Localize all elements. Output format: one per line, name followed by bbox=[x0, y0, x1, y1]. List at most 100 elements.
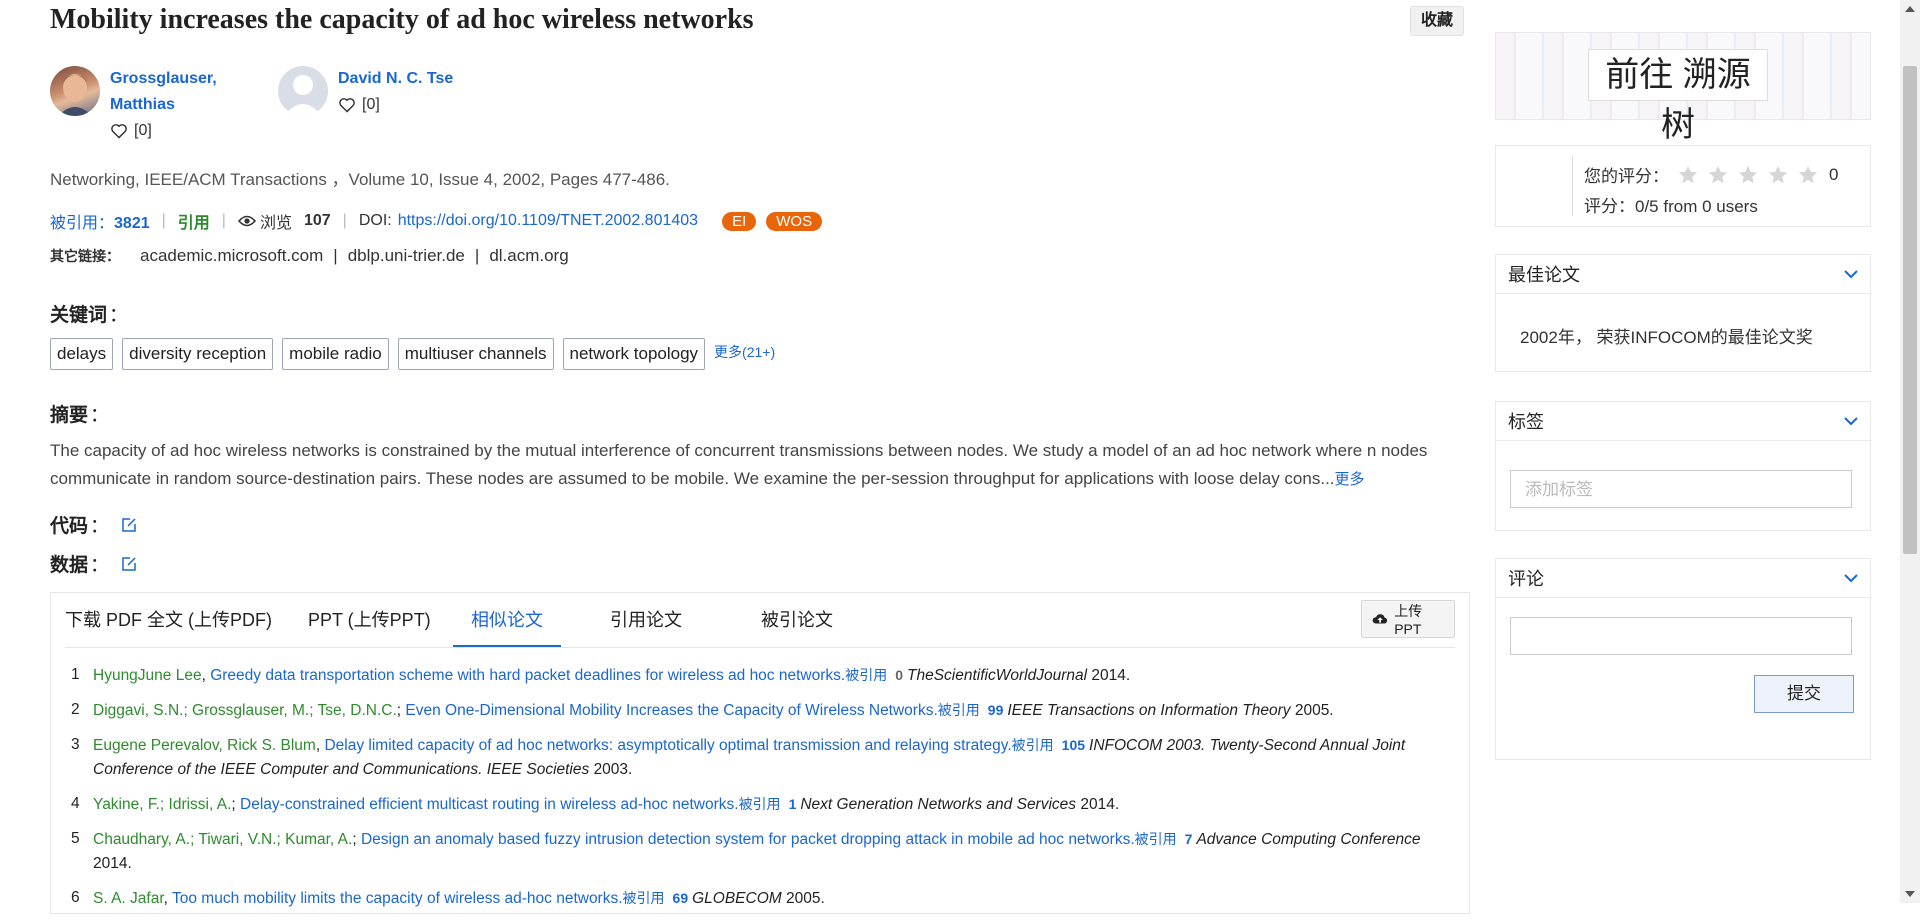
cited-by-label[interactable]: 被引用 bbox=[938, 702, 980, 718]
favorite-button[interactable]: 收藏 bbox=[1410, 6, 1465, 36]
divider: | bbox=[221, 212, 226, 229]
abstract-body: The capacity of ad hoc wireless networks… bbox=[50, 441, 1428, 488]
author-avatar-placeholder[interactable] bbox=[278, 66, 328, 116]
add-tag-input[interactable]: 添加标签 bbox=[1510, 470, 1852, 508]
keyword-tag[interactable]: multiuser channels bbox=[397, 338, 554, 370]
cited-by-count: 7 bbox=[1184, 831, 1193, 847]
paper-authors[interactable]: HyungJune Lee bbox=[93, 667, 202, 684]
cited-label: 被引用： bbox=[50, 215, 115, 232]
cited-by-label[interactable]: 被引用 bbox=[1012, 737, 1054, 753]
list-item: 3 Eugene Perevalov, Rick S. Blum, Delay … bbox=[71, 733, 1461, 782]
tab-cited-papers[interactable]: 被引论文 bbox=[761, 593, 833, 647]
cited-by-label[interactable]: 被引用 bbox=[623, 890, 665, 906]
paper-title-link[interactable]: Too much mobility limits the capacity of… bbox=[172, 890, 623, 907]
data-heading: 数据： bbox=[50, 550, 137, 577]
external-link[interactable]: dblp.uni-trier.de bbox=[348, 246, 465, 266]
cited-by-label[interactable]: 被引用 bbox=[1135, 831, 1177, 847]
paper-year: 2014. bbox=[93, 855, 132, 872]
paper-authors[interactable]: S. A. Jafar bbox=[93, 890, 164, 907]
edit-icon[interactable] bbox=[121, 517, 137, 533]
best-paper-header[interactable]: 最佳论文 bbox=[1496, 255, 1870, 294]
list-item: 2 Diggavi, S.N.; Grossglauser, M.; Tse, … bbox=[71, 698, 1461, 723]
comments-header[interactable]: 评论 bbox=[1496, 559, 1870, 598]
code-label: 代码 bbox=[50, 516, 89, 537]
author-like[interactable]: [0] bbox=[110, 118, 217, 144]
item-number: 1 bbox=[71, 666, 80, 683]
star-icon[interactable] bbox=[1677, 164, 1699, 186]
cited-by-link[interactable]: 被引用：3821 bbox=[50, 209, 150, 233]
external-link[interactable]: dl.acm.org bbox=[489, 246, 568, 266]
author-avatar[interactable] bbox=[50, 66, 100, 116]
comment-input[interactable] bbox=[1510, 617, 1852, 655]
cited-by-count: 0 bbox=[895, 667, 903, 683]
star-icon[interactable] bbox=[1707, 164, 1729, 186]
index-badge-wos: WOS bbox=[766, 211, 823, 231]
author-name-link[interactable]: Grossglauser, Matthias bbox=[110, 66, 217, 118]
scroll-down-icon[interactable] bbox=[1905, 891, 1915, 897]
scroll-up-icon[interactable] bbox=[1905, 6, 1915, 12]
author-card: Grossglauser, Matthias [0] bbox=[50, 66, 217, 144]
paper-title-link[interactable]: Delay limited capacity of ad hoc network… bbox=[324, 737, 1011, 754]
paper-title-link[interactable]: Design an anomaly based fuzzy intrusion … bbox=[361, 831, 1135, 848]
submit-comment-button[interactable]: 提交 bbox=[1754, 675, 1854, 713]
your-rating-label: 您的评分： bbox=[1584, 167, 1669, 186]
tags-card: 标签 添加标签 bbox=[1495, 401, 1871, 531]
paper-authors[interactable]: Yakine, F.; Idrissi, A. bbox=[93, 796, 231, 813]
keyword-tag[interactable]: delays bbox=[50, 338, 114, 370]
label-colon: ： bbox=[90, 555, 110, 576]
external-link[interactable]: academic.microsoft.com bbox=[140, 246, 323, 266]
keywords-more-link[interactable]: 更多(21+) bbox=[714, 342, 775, 362]
paper-year: 2005. bbox=[786, 890, 825, 907]
author-name-link[interactable]: David N. C. Tse bbox=[338, 66, 453, 92]
paper-venue: Advance Computing Conference bbox=[1196, 831, 1421, 848]
paper-title-link[interactable]: Even One-Dimensional Mobility Increases … bbox=[405, 702, 937, 719]
cited-by-label[interactable]: 被引用 bbox=[845, 667, 887, 683]
divider: | bbox=[161, 212, 166, 229]
author-like[interactable]: [0] bbox=[338, 92, 453, 118]
paper-venue: TheScientificWorldJournal bbox=[907, 667, 1088, 684]
tab-ppt[interactable]: PPT (上传PPT) bbox=[308, 593, 431, 647]
cited-by-label[interactable]: 被引用 bbox=[739, 796, 781, 812]
scroll-thumb[interactable] bbox=[1903, 66, 1917, 554]
paper-authors[interactable]: Eugene Perevalov, Rick S. Blum bbox=[93, 737, 316, 754]
paper-venue: GLOBECOM bbox=[692, 890, 782, 907]
paper-venue: Next Generation Networks and Services bbox=[800, 796, 1077, 813]
page-scrollbar[interactable] bbox=[1900, 0, 1920, 903]
trace-tree-button[interactable]: 前往 溯源树 bbox=[1588, 49, 1768, 144]
paper-title-link[interactable]: Delay-constrained efficient multicast ro… bbox=[240, 796, 739, 813]
tab-download-pdf[interactable]: 下载 PDF 全文 (上传PDF) bbox=[65, 593, 272, 647]
cited-by-count: 99 bbox=[987, 702, 1004, 718]
divider: | bbox=[342, 212, 347, 229]
keyword-tag[interactable]: mobile radio bbox=[282, 338, 389, 370]
resources-panel: 下载 PDF 全文 (上传PDF) PPT (上传PPT) 相似论文 引用论文 … bbox=[50, 592, 1470, 914]
author-card: David N. C. Tse [0] bbox=[278, 66, 453, 118]
best-paper-title: 最佳论文 bbox=[1508, 265, 1580, 285]
tab-citing-papers[interactable]: 引用论文 bbox=[610, 593, 682, 647]
doi-link[interactable]: https://doi.org/10.1109/TNET.2002.801403 bbox=[398, 212, 698, 230]
data-label: 数据 bbox=[50, 555, 89, 576]
list-item: 6 S. A. Jafar, Too much mobility limits … bbox=[71, 886, 1461, 911]
keyword-tag[interactable]: diversity reception bbox=[122, 338, 274, 370]
label-colon: ： bbox=[90, 516, 110, 537]
abstract-more-link[interactable]: 更多 bbox=[1335, 471, 1365, 488]
tags-title: 标签 bbox=[1508, 412, 1544, 432]
paper-title-link[interactable]: Greedy data transportation scheme with h… bbox=[210, 667, 845, 684]
paper-main: Mobility increases the capacity of ad ho… bbox=[50, 0, 1470, 914]
paper-year: 2014. bbox=[1080, 796, 1120, 813]
upload-ppt-button[interactable]: 上传PPT bbox=[1361, 600, 1455, 638]
paper-authors[interactable]: Diggavi, S.N.; Grossglauser, M.; Tse, D.… bbox=[93, 702, 397, 719]
other-links-label: 其它链接： bbox=[50, 248, 120, 264]
keyword-tag[interactable]: network topology bbox=[562, 338, 706, 370]
like-count: [0] bbox=[134, 122, 152, 139]
star-icon[interactable] bbox=[1797, 164, 1819, 186]
edit-icon[interactable] bbox=[121, 556, 137, 572]
star-icon[interactable] bbox=[1737, 164, 1759, 186]
paper-authors[interactable]: Chaudhary, A.; Tiwari, V.N.; Kumar, A. bbox=[93, 831, 352, 848]
tags-header[interactable]: 标签 bbox=[1496, 402, 1870, 441]
star-icon[interactable] bbox=[1767, 164, 1789, 186]
trace-tree-card: 前往 溯源树 bbox=[1495, 32, 1871, 144]
tab-similar-papers[interactable]: 相似论文 bbox=[453, 593, 561, 647]
paper-title: Mobility increases the capacity of ad ho… bbox=[50, 4, 754, 35]
cite-button[interactable]: 引用 bbox=[178, 209, 210, 233]
best-paper-card: 最佳论文 2002年， 荣获INFOCOM的最佳论文奖 bbox=[1495, 254, 1871, 372]
